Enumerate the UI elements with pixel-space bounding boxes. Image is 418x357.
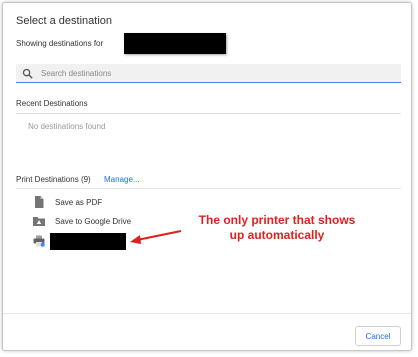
- annotation-line: The only printer that shows: [198, 213, 356, 227]
- recent-divider: [16, 113, 401, 114]
- drive-folder-icon: [33, 217, 45, 226]
- showing-destinations-label: Showing destinations for: [16, 39, 104, 48]
- search-box[interactable]: [16, 64, 401, 83]
- dialog-title: Select a destination: [16, 15, 113, 27]
- manage-link[interactable]: Manage...: [104, 175, 140, 184]
- arrow-annotation: [130, 230, 182, 244]
- annotation-line: up automatically: [229, 228, 325, 242]
- annotation-text: The only printer that shows up automatic…: [187, 213, 367, 243]
- print-divider: [16, 188, 401, 189]
- destination-save-to-drive[interactable]: Save to Google Drive: [33, 214, 131, 228]
- print-destinations-count: (9): [80, 175, 91, 184]
- print-destinations-header: Print Destinations (9): [16, 175, 91, 184]
- search-input[interactable]: [41, 65, 381, 81]
- printer-icon: [33, 235, 45, 247]
- destination-printer[interactable]: [33, 234, 45, 248]
- print-destinations-label: Print Destinations: [16, 175, 79, 184]
- redacted-account-box: [124, 33, 226, 54]
- destination-save-as-pdf[interactable]: Save as PDF: [33, 195, 102, 209]
- cancel-button[interactable]: Cancel: [355, 326, 401, 346]
- destination-label: Save as PDF: [55, 197, 103, 207]
- destination-dialog: Select a destination Showing destination…: [2, 2, 412, 351]
- destination-label: Save to Google Drive: [55, 216, 132, 226]
- document-icon: [35, 196, 44, 208]
- redacted-printer-name: [50, 233, 126, 250]
- no-destinations-text: No destinations found: [28, 122, 106, 131]
- footer-divider: [3, 313, 411, 314]
- search-icon: [22, 68, 33, 79]
- recent-destinations-header: Recent Destinations: [16, 99, 88, 108]
